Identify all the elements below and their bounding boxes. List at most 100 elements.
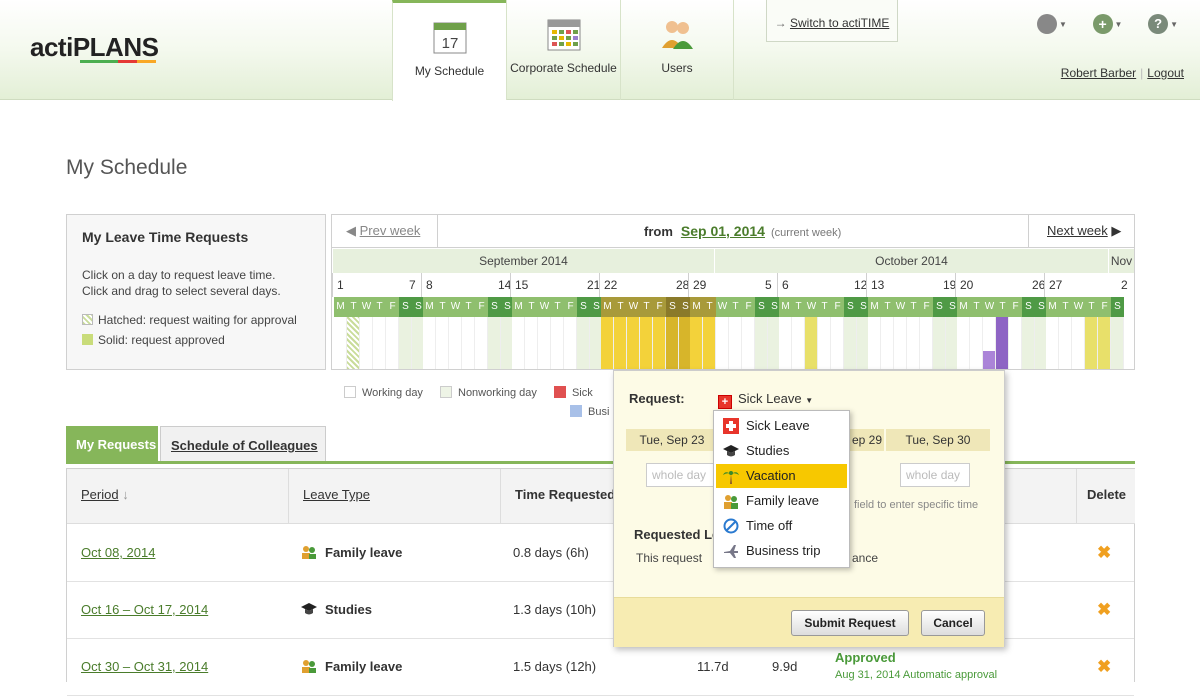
day-cell[interactable] <box>907 317 920 369</box>
weekday-letter: M <box>1046 297 1059 317</box>
row-period-link[interactable]: Oct 08, 2014 <box>81 545 155 560</box>
legend-business: Busi <box>570 405 609 418</box>
delete-icon[interactable]: ✖ <box>1097 543 1111 563</box>
day-cell[interactable] <box>627 317 640 369</box>
weekday-letter: T <box>373 297 386 317</box>
day-cell[interactable] <box>1059 317 1072 369</box>
tab-schedule-of-colleagues[interactable]: Schedule of Colleagues <box>160 426 326 462</box>
help-icon[interactable]: ? <box>1148 14 1169 34</box>
day-cell[interactable] <box>1085 317 1098 369</box>
tab-my-schedule[interactable]: 17 My Schedule <box>392 0 506 101</box>
day-cell[interactable] <box>970 317 983 369</box>
day-cell[interactable] <box>957 317 970 369</box>
day-cell[interactable] <box>577 317 590 369</box>
day-cell[interactable] <box>462 317 475 369</box>
day-cell[interactable] <box>525 317 538 369</box>
prev-week-button[interactable]: ◀ Prev week <box>332 215 438 247</box>
delete-icon[interactable]: ✖ <box>1097 657 1111 677</box>
day-cell[interactable] <box>792 317 805 369</box>
day-cell[interactable] <box>1009 317 1022 369</box>
day-time-input[interactable]: whole day <box>646 463 716 487</box>
option-family-leave[interactable]: Family leave <box>716 489 847 513</box>
day-cells[interactable] <box>332 317 1134 369</box>
day-cell[interactable] <box>920 317 933 369</box>
day-cell[interactable] <box>475 317 488 369</box>
row-period-link[interactable]: Oct 16 – Oct 17, 2014 <box>81 602 208 617</box>
day-time-input[interactable]: whole day <box>900 463 970 487</box>
day-cell[interactable] <box>996 317 1009 369</box>
day-cell[interactable] <box>894 317 907 369</box>
row-period-link[interactable]: Oct 30 – Oct 31, 2014 <box>81 659 208 674</box>
weekday-letter: M <box>423 297 436 317</box>
weekday-letter: S <box>1111 297 1124 317</box>
day-cell[interactable] <box>653 317 666 369</box>
day-cell[interactable] <box>449 317 462 369</box>
submit-request-button[interactable]: Submit Request <box>791 610 909 636</box>
day-cell[interactable] <box>1022 317 1035 369</box>
switch-to-actitime[interactable]: → Switch to actiTIME <box>766 0 898 42</box>
switch-to-actitime-link[interactable]: Switch to actiTIME <box>790 16 889 30</box>
day-cell[interactable] <box>640 317 653 369</box>
day-cell[interactable] <box>1111 317 1124 369</box>
day-cell[interactable] <box>334 317 347 369</box>
user-name-link[interactable]: Robert Barber <box>1061 66 1136 80</box>
day-cell[interactable] <box>538 317 551 369</box>
cancel-button[interactable]: Cancel <box>921 610 985 636</box>
option-vacation[interactable]: Vacation <box>716 464 847 488</box>
tab-my-requests[interactable]: My Requests <box>66 426 158 462</box>
day-cell[interactable] <box>703 317 716 369</box>
day-cell[interactable] <box>729 317 742 369</box>
day-cell[interactable] <box>983 317 996 369</box>
day-cell[interactable] <box>360 317 373 369</box>
day-cell[interactable] <box>399 317 412 369</box>
day-cell[interactable] <box>690 317 703 369</box>
day-cell[interactable] <box>666 317 679 369</box>
option-time-off[interactable]: Time off <box>716 514 847 538</box>
col-leave-type[interactable]: Leave Type <box>289 469 501 524</box>
day-cell[interactable] <box>386 317 399 369</box>
day-cell[interactable] <box>818 317 831 369</box>
next-week-button[interactable]: Next week ▶ <box>1028 215 1134 247</box>
day-cell[interactable] <box>1098 317 1111 369</box>
tab-users-label: Users <box>661 61 693 75</box>
day-cell[interactable] <box>614 317 627 369</box>
col-period[interactable]: Period ↓ <box>67 469 289 524</box>
day-cell[interactable] <box>1046 317 1059 369</box>
app-logo[interactable]: actiPLANS <box>30 32 159 63</box>
option-business-trip[interactable]: Business trip <box>716 539 847 563</box>
gear-icon[interactable] <box>1036 14 1057 34</box>
option-sick-leave[interactable]: Sick Leave <box>716 414 847 438</box>
day-cell[interactable] <box>1072 317 1085 369</box>
day-cell[interactable] <box>779 317 792 369</box>
option-studies[interactable]: Studies <box>716 439 847 463</box>
chevron-left-icon: ◀ <box>346 223 356 238</box>
day-cell[interactable] <box>488 317 501 369</box>
plus-icon[interactable]: + <box>1092 14 1113 34</box>
day-cell[interactable] <box>347 317 360 369</box>
chevron-down-icon[interactable]: ▼ <box>1170 20 1178 29</box>
day-cell[interactable] <box>373 317 386 369</box>
day-cell[interactable] <box>716 317 729 369</box>
day-cell[interactable] <box>881 317 894 369</box>
day-cell[interactable] <box>423 317 436 369</box>
day-cell[interactable] <box>512 317 525 369</box>
logout-link[interactable]: Logout <box>1147 66 1184 80</box>
day-cell[interactable] <box>564 317 577 369</box>
day-cell[interactable] <box>933 317 946 369</box>
day-cell[interactable] <box>755 317 768 369</box>
chevron-down-icon[interactable]: ▼ <box>1115 20 1123 29</box>
day-cell[interactable] <box>436 317 449 369</box>
day-cell[interactable] <box>601 317 614 369</box>
delete-icon[interactable]: ✖ <box>1097 600 1111 620</box>
tab-corporate-schedule[interactable]: Corporate Schedule <box>506 0 620 100</box>
day-cell[interactable] <box>551 317 564 369</box>
day-cell[interactable] <box>742 317 755 369</box>
day-cell[interactable] <box>868 317 881 369</box>
day-cell[interactable] <box>844 317 857 369</box>
day-cell[interactable] <box>805 317 818 369</box>
tab-users[interactable]: Users <box>620 0 734 100</box>
day-cell[interactable] <box>831 317 844 369</box>
chevron-down-icon[interactable]: ▼ <box>1059 20 1067 29</box>
request-type-select[interactable]: + Sick Leave ▼ <box>718 391 813 409</box>
from-date-picker[interactable]: Sep 01, 2014 <box>681 223 765 239</box>
